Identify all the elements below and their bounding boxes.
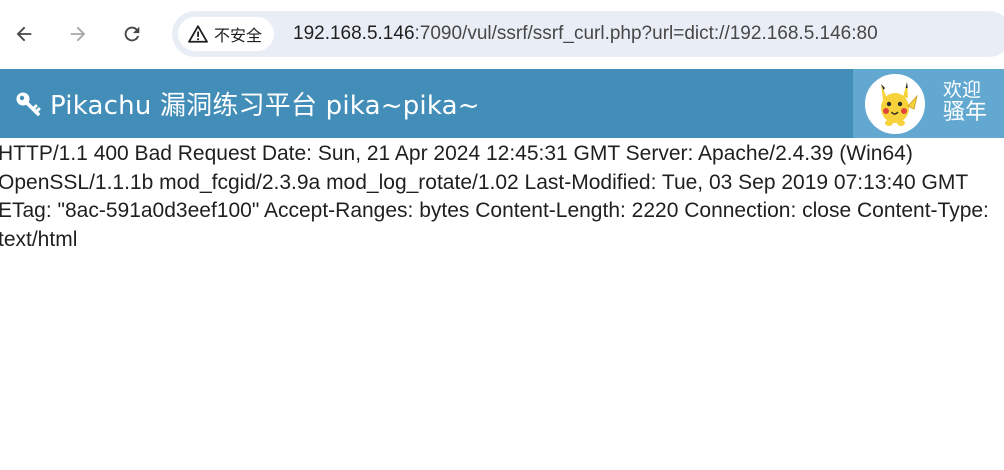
back-arrow-icon xyxy=(16,26,32,42)
forward-arrow-icon xyxy=(70,26,86,42)
security-label: 不安全 xyxy=(214,26,263,45)
site-security-chip[interactable]: 不安全 xyxy=(178,17,275,51)
key-icon xyxy=(16,92,41,116)
welcome-block: 欢迎 骚年 xyxy=(943,79,987,125)
welcome-text: 欢迎 xyxy=(943,79,982,101)
warning-triangle-icon xyxy=(188,25,208,43)
browser-toolbar: 不安全 192.168.5.146:7090/vul/ssrf/ssrf_cur… xyxy=(0,0,1004,69)
address-bar[interactable]: 不安全 192.168.5.146:7090/vul/ssrf/ssrf_cur… xyxy=(172,11,1004,57)
reload-icon xyxy=(124,26,140,42)
site-brand[interactable]: Pikachu 漏洞练习平台 pika~pika~ xyxy=(14,69,480,138)
user-menu[interactable]: 欢迎 骚年 xyxy=(853,69,1004,138)
user-name: 骚年 xyxy=(943,100,988,125)
site-title: Pikachu 漏洞练习平台 pika~pika~ xyxy=(50,91,480,121)
pikachu-avatar-icon xyxy=(867,76,923,132)
reload-button[interactable] xyxy=(114,16,150,52)
avatar xyxy=(865,74,925,134)
site-header: Pikachu 漏洞练习平台 pika~pika~ 欢迎 骚年 xyxy=(0,69,1004,138)
response-text: HTTP/1.1 400 Bad Request Date: Sun, 21 A… xyxy=(0,142,989,251)
back-button[interactable] xyxy=(6,16,42,52)
url-host: 192.168.5.146 xyxy=(293,23,415,44)
forward-button[interactable] xyxy=(60,16,96,52)
url-path: :7090/vul/ssrf/ssrf_curl.php?url=dict://… xyxy=(414,23,878,44)
url-text[interactable]: 192.168.5.146:7090/vul/ssrf/ssrf_curl.ph… xyxy=(293,11,878,57)
